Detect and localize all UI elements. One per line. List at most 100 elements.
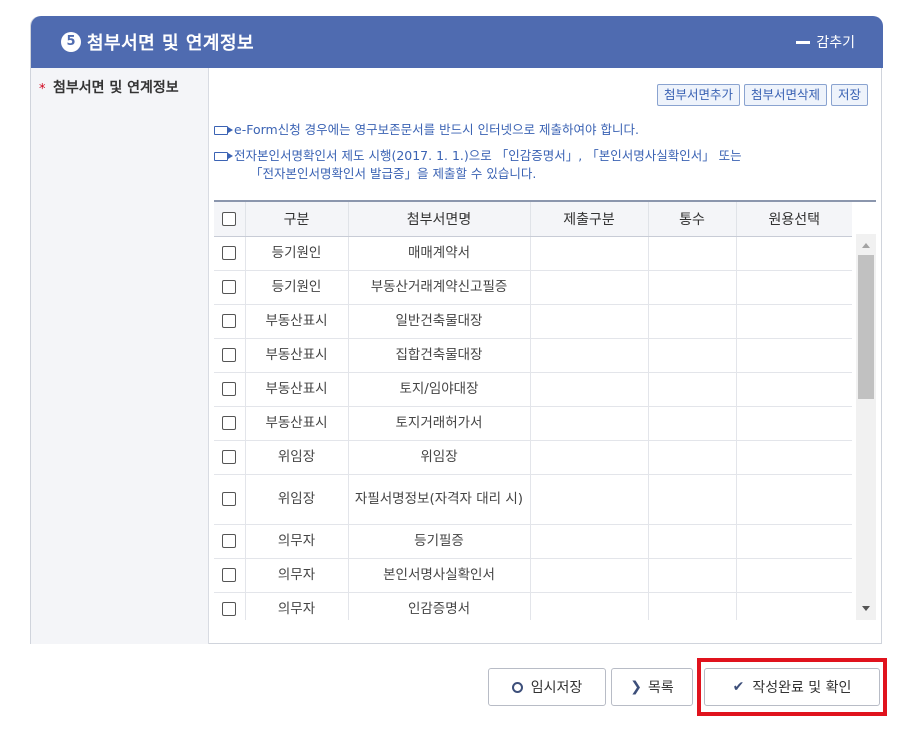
document-cell: 토지/임야대장 bbox=[348, 372, 531, 407]
row-checkbox[interactable] bbox=[222, 602, 237, 616]
count-cell[interactable] bbox=[648, 304, 737, 339]
table-header-row: 구분 첨부서면명 제출구분 통수 원용선택 bbox=[214, 202, 852, 237]
row-checkbox[interactable] bbox=[222, 382, 237, 396]
submission-type-cell[interactable] bbox=[530, 304, 649, 339]
field-label-column: * 첨부서면 및 연계정보 bbox=[31, 68, 209, 644]
check-icon: ✔ bbox=[732, 679, 745, 695]
submission-type-cell[interactable] bbox=[530, 270, 649, 305]
reuse-select-cell[interactable] bbox=[736, 474, 852, 525]
select-all-checkbox[interactable] bbox=[222, 212, 237, 226]
row-checkbox[interactable] bbox=[222, 314, 237, 328]
list-button[interactable]: ❯ 목록 bbox=[611, 668, 693, 706]
table-row[interactable]: 위임장 위임장 bbox=[214, 440, 852, 475]
arrow-right-icon bbox=[214, 126, 233, 135]
row-checkbox[interactable] bbox=[222, 246, 237, 260]
submission-type-cell[interactable] bbox=[530, 236, 649, 271]
count-cell[interactable] bbox=[648, 440, 737, 475]
count-cell[interactable] bbox=[648, 406, 737, 441]
reuse-select-cell[interactable] bbox=[736, 304, 852, 339]
submission-type-cell[interactable] bbox=[530, 592, 649, 620]
select-all-header bbox=[214, 202, 246, 237]
count-cell[interactable] bbox=[648, 558, 737, 593]
table-row[interactable]: 위임장 자필서명정보(자격자 대리 시) bbox=[214, 474, 852, 525]
row-select-cell bbox=[214, 558, 246, 593]
column-header: 첨부서면명 bbox=[348, 202, 531, 237]
document-cell: 자필서명정보(자격자 대리 시) bbox=[348, 474, 531, 525]
submission-type-cell[interactable] bbox=[530, 406, 649, 441]
category-cell: 위임장 bbox=[245, 474, 349, 525]
submission-type-cell[interactable] bbox=[530, 474, 649, 525]
column-header: 통수 bbox=[648, 202, 737, 237]
reuse-select-cell[interactable] bbox=[736, 440, 852, 475]
reuse-select-cell[interactable] bbox=[736, 338, 852, 373]
row-checkbox[interactable] bbox=[222, 280, 237, 294]
row-select-cell bbox=[214, 270, 246, 305]
delete-attachment-button[interactable]: 첨부서면삭제 bbox=[743, 84, 827, 106]
row-checkbox[interactable] bbox=[222, 568, 237, 582]
category-cell: 부동산표시 bbox=[245, 338, 349, 373]
scroll-thumb[interactable] bbox=[858, 255, 874, 399]
attachment-toolbar: 첨부서면추가 첨부서면삭제 저장 bbox=[656, 84, 868, 106]
document-cell: 토지거래허가서 bbox=[348, 406, 531, 441]
add-attachment-button[interactable]: 첨부서면추가 bbox=[656, 84, 740, 106]
row-select-cell bbox=[214, 338, 246, 373]
table-row[interactable]: 의무자 등기필증 bbox=[214, 524, 852, 559]
complete-confirm-button[interactable]: ✔ 작성완료 및 확인 bbox=[704, 668, 880, 706]
table-scrollbar[interactable] bbox=[856, 234, 876, 620]
row-select-cell bbox=[214, 236, 246, 271]
category-cell: 등기원인 bbox=[245, 270, 349, 305]
document-cell: 인감증명서 bbox=[348, 592, 531, 620]
reuse-select-cell[interactable] bbox=[736, 524, 852, 559]
collapse-toggle[interactable]: 감추기 bbox=[796, 32, 855, 52]
submission-type-cell[interactable] bbox=[530, 372, 649, 407]
category-cell: 위임장 bbox=[245, 440, 349, 475]
table-row[interactable]: 부동산표시 토지/임야대장 bbox=[214, 372, 852, 407]
table-row[interactable]: 부동산표시 집합건축물대장 bbox=[214, 338, 852, 373]
count-cell[interactable] bbox=[648, 338, 737, 373]
document-cell: 부동산거래계약신고필증 bbox=[348, 270, 531, 305]
table-row[interactable]: 부동산표시 일반건축물대장 bbox=[214, 304, 852, 339]
count-cell[interactable] bbox=[648, 524, 737, 559]
reuse-select-cell[interactable] bbox=[736, 558, 852, 593]
row-checkbox[interactable] bbox=[222, 450, 237, 464]
reuse-select-cell[interactable] bbox=[736, 372, 852, 407]
row-checkbox[interactable] bbox=[222, 534, 237, 548]
table-row[interactable]: 등기원인 부동산거래계약신고필증 bbox=[214, 270, 852, 305]
scroll-up-arrow-icon[interactable] bbox=[862, 243, 870, 248]
table-row[interactable]: 의무자 인감증명서 bbox=[214, 592, 852, 620]
table-row[interactable]: 의무자 본인서명사실확인서 bbox=[214, 558, 852, 593]
count-cell[interactable] bbox=[648, 372, 737, 407]
submission-type-cell[interactable] bbox=[530, 558, 649, 593]
document-cell: 본인서명사실확인서 bbox=[348, 558, 531, 593]
document-cell: 위임장 bbox=[348, 440, 531, 475]
required-mark: * bbox=[39, 82, 46, 97]
category-cell: 등기원인 bbox=[245, 236, 349, 271]
count-cell[interactable] bbox=[648, 236, 737, 271]
submission-type-cell[interactable] bbox=[530, 440, 649, 475]
table-row[interactable]: 부동산표시 토지거래허가서 bbox=[214, 406, 852, 441]
temp-save-button[interactable]: 임시저장 bbox=[488, 668, 606, 706]
section-header: 5 첨부서면 및 연계정보 감추기 bbox=[31, 16, 883, 68]
column-header: 제출구분 bbox=[530, 202, 649, 237]
submission-type-cell[interactable] bbox=[530, 524, 649, 559]
reuse-select-cell[interactable] bbox=[736, 406, 852, 441]
row-select-cell bbox=[214, 474, 246, 525]
notice-2-text: 전자본인서명확인서 제도 시행(2017. 1. 1.)으로 「인감증명서」, … bbox=[234, 148, 742, 163]
row-checkbox[interactable] bbox=[222, 348, 237, 362]
count-cell[interactable] bbox=[648, 270, 737, 305]
category-cell: 부동산표시 bbox=[245, 372, 349, 407]
row-checkbox[interactable] bbox=[222, 492, 237, 506]
reuse-select-cell[interactable] bbox=[736, 270, 852, 305]
reuse-select-cell[interactable] bbox=[736, 592, 852, 620]
count-cell[interactable] bbox=[648, 592, 737, 620]
submission-type-cell[interactable] bbox=[530, 338, 649, 373]
category-cell: 부동산표시 bbox=[245, 406, 349, 441]
table-row[interactable]: 등기원인 매매계약서 bbox=[214, 236, 852, 271]
scroll-down-arrow-icon[interactable] bbox=[862, 606, 870, 611]
row-checkbox[interactable] bbox=[222, 416, 237, 430]
count-cell[interactable] bbox=[648, 474, 737, 525]
temp-save-label: 임시저장 bbox=[530, 680, 583, 696]
reuse-select-cell[interactable] bbox=[736, 236, 852, 271]
save-button[interactable]: 저장 bbox=[830, 84, 868, 106]
column-header: 원용선택 bbox=[736, 202, 852, 237]
